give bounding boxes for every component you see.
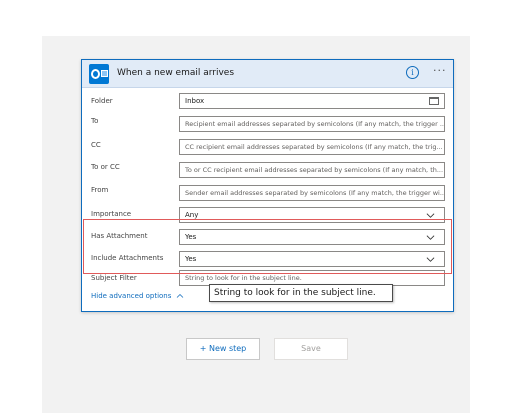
attachment-highlight-box (83, 219, 452, 274)
info-icon[interactable]: i (406, 66, 419, 79)
trigger-card-header[interactable]: When a new email arrives i ··· (82, 60, 453, 88)
from-field[interactable]: Sender email addresses separated by semi… (179, 185, 445, 201)
chevron-up-icon (176, 293, 183, 298)
to-field[interactable]: Recipient email addresses separated by s… (179, 116, 445, 132)
folder-label: Folder (91, 97, 113, 105)
more-options-icon[interactable]: ··· (433, 64, 447, 77)
importance-value: Any (185, 211, 199, 219)
new-step-button[interactable]: + New step (186, 338, 260, 360)
to-or-cc-field[interactable]: To or CC recipient email addresses separ… (179, 162, 445, 178)
hide-advanced-options-link[interactable]: Hide advanced options (91, 292, 184, 300)
subject-filter-tooltip: String to look for in the subject line. (209, 284, 393, 302)
folder-value: Inbox (185, 97, 205, 105)
outlook-icon (89, 64, 109, 84)
from-label: From (91, 186, 109, 194)
folder-picker-icon[interactable] (429, 97, 439, 105)
trigger-card: When a new email arrives i ··· Folder In… (81, 59, 454, 312)
cc-label: CC (91, 141, 101, 149)
save-button[interactable]: Save (274, 338, 348, 360)
folder-field[interactable]: Inbox (179, 93, 445, 109)
to-or-cc-label: To or CC (91, 163, 120, 171)
cc-field[interactable]: CC recipient email addresses separated b… (179, 139, 445, 155)
trigger-card-title: When a new email arrives (117, 68, 235, 78)
to-label: To (91, 117, 99, 125)
importance-label: Importance (91, 210, 132, 218)
subject-filter-label: Subject Filter (91, 274, 137, 282)
hide-advanced-options-label: Hide advanced options (91, 292, 172, 300)
